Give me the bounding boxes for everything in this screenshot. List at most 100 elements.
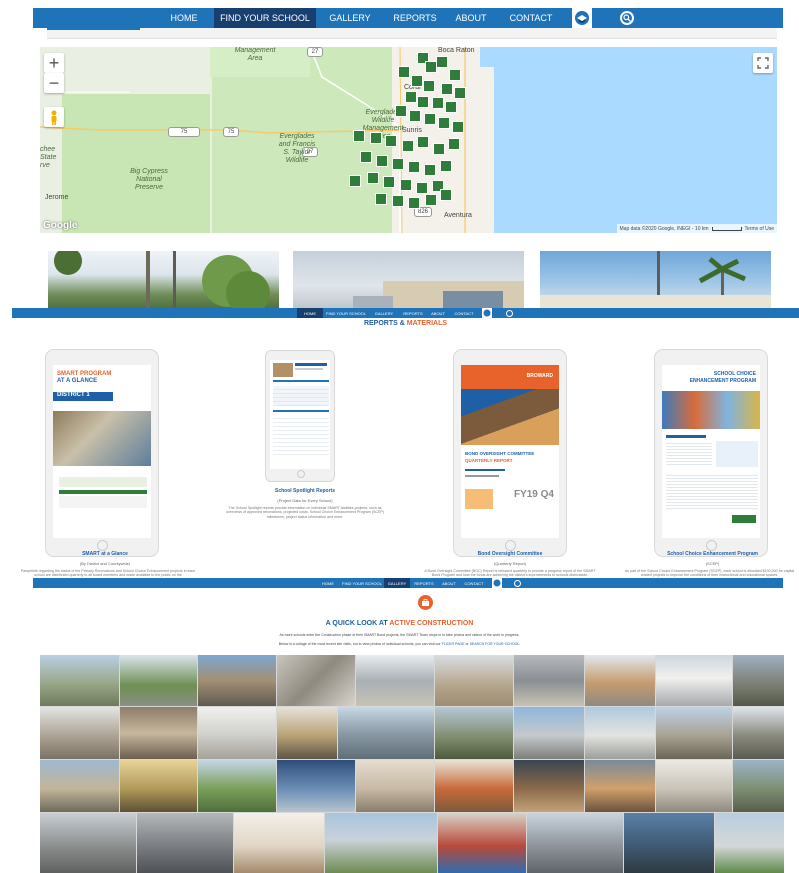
collage-photo[interactable] (715, 813, 784, 873)
school-marker[interactable] (392, 195, 404, 207)
collage-photo[interactable] (40, 813, 136, 873)
school-marker[interactable] (392, 158, 404, 170)
school-marker[interactable] (409, 110, 421, 122)
school-marker[interactable] (433, 143, 445, 155)
school-marker[interactable] (440, 160, 452, 172)
report-title-smart-glance[interactable]: SMART at a Glance (40, 551, 170, 557)
report-title-scep[interactable]: School Choice Enhancement Program (640, 551, 785, 557)
collage-photo[interactable] (514, 760, 584, 812)
collage-photo[interactable] (585, 655, 655, 706)
collage-photo[interactable] (733, 760, 784, 812)
nav-home[interactable]: HOME (316, 578, 340, 588)
pegman-button[interactable] (44, 107, 64, 127)
collage-photo[interactable] (733, 707, 784, 759)
collage-photo[interactable] (356, 655, 434, 706)
school-marker[interactable] (349, 175, 361, 187)
nav-reports[interactable]: REPORTS (399, 308, 427, 318)
school-marker[interactable] (375, 193, 387, 205)
school-marker[interactable] (408, 197, 420, 209)
school-marker[interactable] (445, 101, 457, 113)
collage-photo[interactable] (234, 813, 324, 873)
collage-photo[interactable] (198, 760, 276, 812)
school-marker[interactable] (440, 189, 452, 201)
school-marker[interactable] (424, 164, 436, 176)
collage-photo[interactable] (656, 760, 732, 812)
report-tablet-spotlight[interactable] (265, 350, 335, 482)
school-marker[interactable] (416, 182, 428, 194)
nav-gallery[interactable]: GALLERY (369, 308, 399, 318)
school-marker[interactable] (441, 83, 453, 95)
school-marker[interactable] (411, 75, 423, 87)
school-marker[interactable] (370, 132, 382, 144)
collage-photo[interactable] (733, 655, 784, 706)
search-button[interactable] (620, 11, 634, 25)
school-marker[interactable] (383, 176, 395, 188)
school-marker[interactable] (395, 105, 407, 117)
report-title-boc[interactable]: Bond Oversight Committee (445, 551, 575, 557)
collage-photo[interactable] (277, 655, 355, 706)
collage-photo[interactable] (435, 655, 513, 706)
terms-link[interactable]: Terms of Use (745, 226, 774, 232)
nav-reports[interactable]: REPORTS (410, 578, 438, 588)
nav-find-your-school[interactable]: FIND YOUR SCHOOL (214, 8, 316, 28)
collage-photo[interactable] (514, 707, 584, 759)
collage-photo[interactable] (40, 655, 119, 706)
school-marker[interactable] (417, 96, 429, 108)
nav-about[interactable]: ABOUT (446, 8, 496, 28)
nav-home[interactable]: HOME (297, 308, 323, 318)
collage-photo[interactable] (435, 760, 513, 812)
collage-photo[interactable] (527, 813, 623, 873)
school-marker[interactable] (448, 138, 460, 150)
search-button[interactable] (514, 579, 521, 587)
collage-photo[interactable] (277, 707, 337, 759)
school-marker[interactable] (425, 194, 437, 206)
school-marker[interactable] (449, 69, 461, 81)
school-marker[interactable] (436, 56, 448, 68)
site-logo[interactable] (572, 8, 592, 28)
collage-photo[interactable] (514, 655, 584, 706)
collage-photo[interactable] (120, 760, 197, 812)
nav-contact[interactable]: CONTACT (460, 578, 488, 588)
nav-gallery[interactable]: GALLERY (316, 8, 384, 28)
school-marker[interactable] (385, 135, 397, 147)
collage-photo[interactable] (656, 655, 732, 706)
school-marker[interactable] (408, 161, 420, 173)
school-marker[interactable] (367, 172, 379, 184)
collage-photo[interactable] (585, 707, 655, 759)
collage-photo[interactable] (40, 707, 119, 759)
site-logo[interactable] (492, 578, 502, 588)
nav-contact[interactable]: CONTACT (496, 8, 566, 28)
nav-home[interactable]: HOME (154, 8, 214, 28)
school-marker[interactable] (438, 117, 450, 129)
school-marker[interactable] (402, 140, 414, 152)
collage-photo[interactable] (198, 655, 276, 706)
nav-contact[interactable]: CONTACT (449, 308, 479, 318)
school-map[interactable]: 75 75 27 27 826 Management Area Everglad… (40, 47, 777, 233)
search-button[interactable] (506, 309, 513, 317)
collage-photo[interactable] (585, 760, 655, 812)
school-marker[interactable] (452, 121, 464, 133)
collage-photo[interactable] (137, 813, 233, 873)
nav-gallery[interactable]: GALLERY (384, 578, 410, 588)
fullscreen-button[interactable] (753, 53, 773, 73)
collage-photo[interactable] (438, 813, 526, 873)
school-marker[interactable] (417, 136, 429, 148)
collage-photo[interactable] (198, 707, 276, 759)
school-marker[interactable] (400, 179, 412, 191)
nav-about[interactable]: ABOUT (438, 578, 460, 588)
collage-photo[interactable] (356, 760, 434, 812)
school-marker[interactable] (424, 113, 436, 125)
collage-photo[interactable] (325, 813, 437, 873)
collage-photo[interactable] (338, 707, 434, 759)
collage-photo[interactable] (624, 813, 714, 873)
zoom-out-button[interactable]: − (44, 73, 64, 93)
report-title-spotlight[interactable]: School Spotlight Reports (240, 488, 370, 494)
site-logo[interactable] (482, 308, 492, 318)
school-marker[interactable] (398, 66, 410, 78)
school-marker[interactable] (423, 80, 435, 92)
nav-find-your-school[interactable]: FIND YOUR SCHOOL (340, 578, 384, 588)
collage-photo[interactable] (435, 707, 513, 759)
collage-photo[interactable] (656, 707, 732, 759)
collage-photo[interactable] (277, 760, 355, 812)
nav-reports[interactable]: REPORTS (384, 8, 446, 28)
